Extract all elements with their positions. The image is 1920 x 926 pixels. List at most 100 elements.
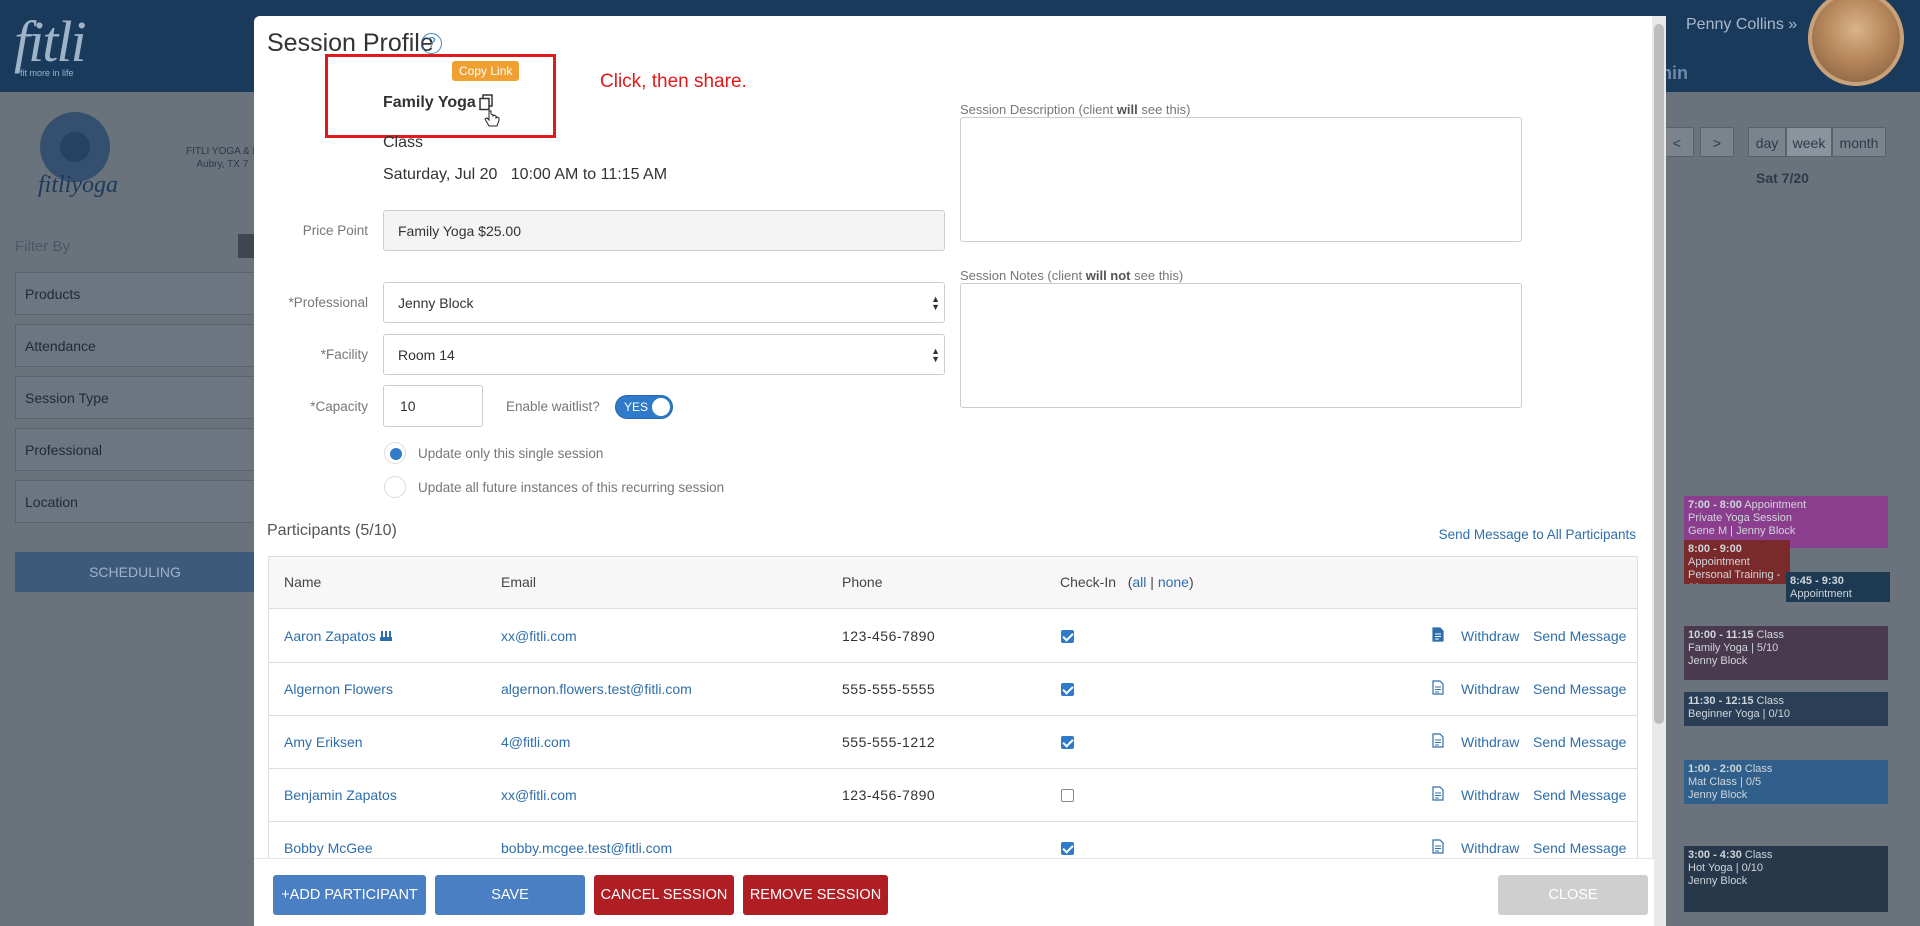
price-point-label: Price Point [302,223,368,238]
remove-session-button[interactable]: REMOVE SESSION [743,875,888,915]
calendar-day-header: Sat 7/20 [1756,170,1809,186]
checkin-checkbox[interactable] [1061,630,1074,643]
participant-email-link[interactable]: 4@fitli.com [501,734,570,750]
select-arrows-icon: ▲ ▼ [931,345,940,364]
add-participant-button[interactable]: +ADD PARTICIPANT [273,875,426,915]
withdraw-link[interactable]: Withdraw [1461,787,1519,803]
checkin-checkbox[interactable] [1061,736,1074,749]
participant-phone: 555-555-5555 [842,681,936,697]
calendar-event[interactable]: 8:45 - 9:30 AppointmentFree Consultation [1786,572,1890,602]
professional-select[interactable]: Jenny Block ▲ ▼ [383,282,945,323]
close-button[interactable]: CLOSE [1498,875,1648,915]
send-message-link[interactable]: Send Message [1533,681,1626,697]
update-single-radio[interactable] [384,442,406,464]
send-message-link[interactable]: Send Message [1533,734,1626,750]
calendar-event[interactable]: 8:00 - 9:00 Appointment Personal Training… [1684,540,1790,584]
studio-address: FITLI YOGA & F Aubry, TX 7 [186,146,259,170]
copy-link-tooltip: Copy Link [452,61,520,81]
document-icon[interactable] [1432,839,1444,854]
calendar-event[interactable]: 10:00 - 11:15 Class Family Yoga | 5/10 Jen… [1684,626,1888,680]
document-icon[interactable] [1432,733,1444,748]
participant-name-link[interactable]: Algernon Flowers [284,681,393,697]
participant-phone: 555-555-1212 [842,734,936,750]
participant-email-link[interactable]: algernon.flowers.test@fitli.com [501,681,692,697]
filter-session-type[interactable]: Session Type [15,376,255,419]
copy-link-icon[interactable] [479,94,494,111]
membership-icon [380,631,392,641]
session-date: Saturday, Jul 20 [383,166,498,183]
checkin-checkbox[interactable] [1061,789,1074,802]
view-day-button[interactable]: day [1748,127,1786,157]
modal-scrollbar-thumb[interactable] [1654,24,1664,724]
waitlist-toggle[interactable]: YES [615,395,673,419]
calendar-event[interactable]: 3:00 - 4:30 Class Hot Yoga | 0/10 Jenny Bl… [1684,846,1888,912]
table-row: Benjamin Zapatos xx@fitli.com 123-456-7890… [269,769,1637,822]
session-time: 10:00 AM to 11:15 AM [510,166,668,183]
filter-professional[interactable]: Professional [15,428,255,471]
calendar-event[interactable]: 11:30 - 12:15 Class Beginner Yoga | 0/10 [1684,692,1888,726]
view-month-button[interactable]: month [1832,127,1886,157]
checkin-none-link[interactable]: none [1158,574,1189,590]
app-logo-tagline: fit more in life [20,68,74,78]
withdraw-link[interactable]: Withdraw [1461,628,1519,644]
user-menu-caret-icon: » [1788,16,1798,33]
calendar-next-button[interactable]: > [1700,127,1734,157]
table-row: Amy Eriksen 4@fitli.com 555-555-1212 Withdr… [269,716,1637,769]
update-single-label[interactable]: Update only this single session [418,446,603,461]
participant-email-link[interactable]: xx@fitli.com [501,628,577,644]
checkin-checkbox[interactable] [1061,683,1074,696]
participant-name-link[interactable]: Amy Eriksen [284,734,363,750]
capacity-input[interactable]: 10 [383,385,483,427]
checkin-checkbox[interactable] [1061,842,1074,855]
filter-location[interactable]: Location [15,480,255,523]
document-icon[interactable] [1432,627,1444,642]
send-message-link[interactable]: Send Message [1533,628,1626,644]
save-button[interactable]: SAVE [435,875,585,915]
filter-products[interactable]: Products [15,272,255,315]
cancel-session-button[interactable]: CANCEL SESSION [594,875,734,915]
withdraw-link[interactable]: Withdraw [1461,681,1519,697]
session-notes-label: Session Notes (client will not see this) [960,268,1184,283]
table-row: Algernon Flowers algernon.flowers.test@fi… [269,663,1637,716]
column-email: Email [501,574,537,590]
session-notes-textarea[interactable] [960,283,1522,408]
participant-email-link[interactable]: bobby.mcgee.test@fitli.com [501,840,672,856]
column-phone: Phone [842,574,883,590]
filter-attendance[interactable]: Attendance [15,324,255,367]
professional-label: *Professional [288,295,368,310]
document-icon[interactable] [1432,680,1444,695]
facility-select[interactable]: Room 14 ▲ ▼ [383,334,945,375]
participant-phone: 123-456-7890 [842,628,936,644]
participant-name-link[interactable]: Aaron Zapatos [284,628,376,644]
withdraw-link[interactable]: Withdraw [1461,734,1519,750]
app-logo[interactable]: fitli [14,8,87,75]
table-row: Aaron Zapatos xx@fitli.com 123-456-7890 Wit… [269,610,1637,663]
facility-label: *Facility [320,347,368,362]
participant-email-link[interactable]: xx@fitli.com [501,787,577,803]
user-menu[interactable]: Penny Collins » [1686,16,1797,34]
capacity-label: *Capacity [310,399,368,414]
calendar-event[interactable]: 1:00 - 2:00 Class Mat Class | 0/5 Jenny Bl… [1684,760,1888,804]
send-message-link[interactable]: Send Message [1533,840,1626,856]
update-all-label[interactable]: Update all future instances of this recu… [418,480,724,495]
filter-toggle-button[interactable] [238,234,254,258]
participant-name-link[interactable]: Bobby McGee [284,840,373,856]
send-message-all-link[interactable]: Send Message to All Participants [1439,527,1636,542]
scheduling-button[interactable]: SCHEDULING [15,552,255,592]
checkin-all-link[interactable]: all [1132,574,1146,590]
session-description-textarea[interactable] [960,117,1522,242]
send-message-link[interactable]: Send Message [1533,787,1626,803]
select-arrows-icon: ▲ ▼ [931,293,940,312]
column-checkin: Check-In (all | none) [1060,574,1194,590]
view-week-button[interactable]: week [1786,127,1832,157]
price-point-field: Family Yoga $25.00 [383,210,945,251]
table-header: Name Email Phone Check-In (all | none) [269,557,1637,609]
update-all-radio[interactable] [384,476,406,498]
annotation-text: Click, then share. [600,71,747,92]
studio-logo: fitliyoga [38,172,118,198]
withdraw-link[interactable]: Withdraw [1461,840,1519,856]
waitlist-label: Enable waitlist? [506,399,600,414]
help-icon[interactable]: ? [421,33,442,54]
participant-name-link[interactable]: Benjamin Zapatos [284,787,397,803]
document-icon[interactable] [1432,786,1444,801]
